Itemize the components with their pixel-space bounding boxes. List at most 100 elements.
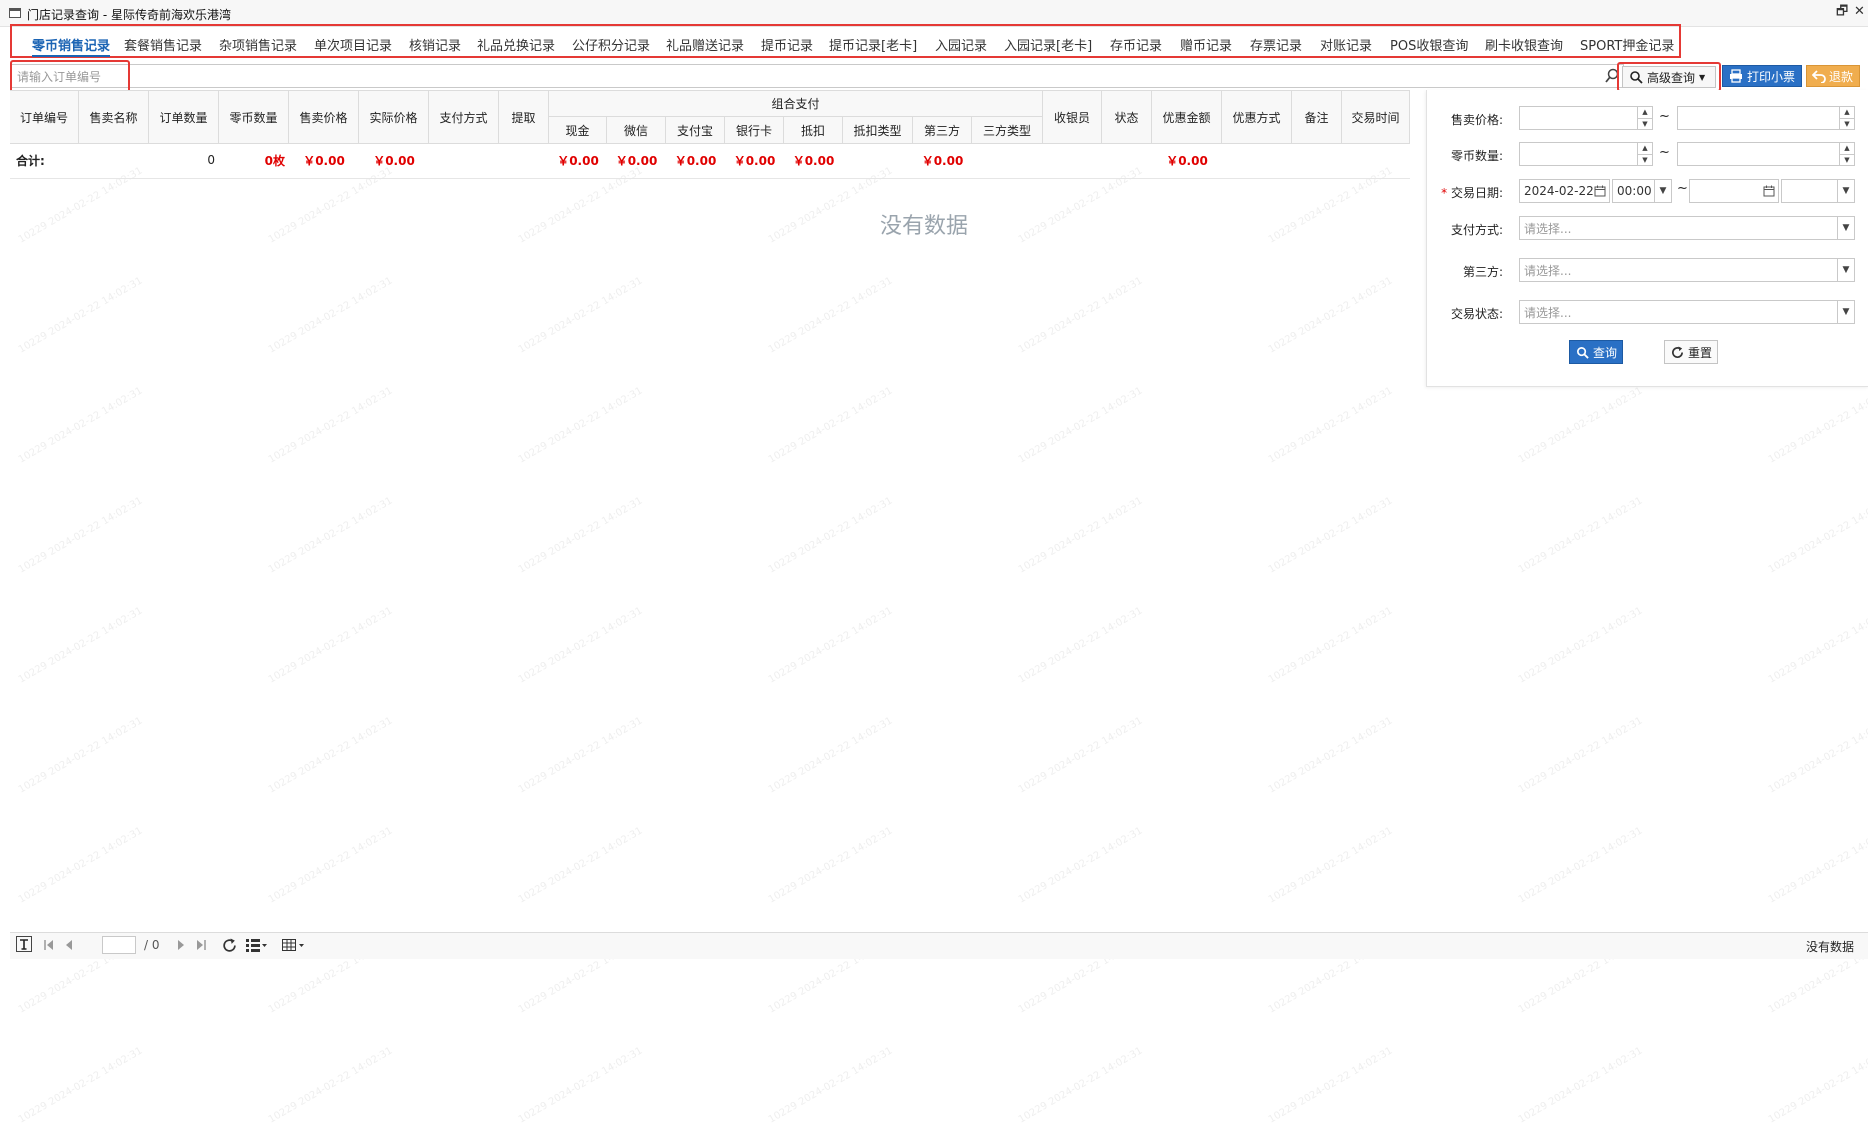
coin-qty-min-spinner[interactable]: ▲ ▼ [1637, 143, 1652, 165]
col-trade-time[interactable]: 交易时间 [1342, 91, 1410, 143]
watermark-text: 10229 2024-02-22 14:02:31 [266, 385, 395, 466]
date-from-value: 2024-02-22 [1524, 184, 1594, 198]
time-to-select[interactable]: ▼ [1781, 179, 1855, 203]
tab-gift-give[interactable]: 礼品赠送记录 [666, 35, 744, 54]
reset-button[interactable]: 重置 [1664, 340, 1718, 364]
query-button[interactable]: 查询 [1569, 340, 1623, 364]
col-sale-price[interactable]: 售卖价格 [289, 91, 359, 143]
page-number-input[interactable] [102, 936, 136, 954]
col-third-party[interactable]: 第三方 [913, 117, 972, 143]
tab-card-query[interactable]: 刷卡收银查询 [1485, 35, 1563, 54]
tab-gift-exchange[interactable]: 礼品兑换记录 [477, 35, 555, 54]
column-grid-icon[interactable] [282, 938, 306, 955]
watermark-text: 10229 2024-02-22 14:02:31 [516, 385, 645, 466]
caret-down-icon: ▼ [1699, 72, 1706, 82]
tab-reconciliation[interactable]: 对账记录 [1320, 35, 1372, 54]
next-page-icon[interactable] [174, 938, 188, 955]
status-select[interactable]: 请选择... ▼ [1519, 300, 1855, 324]
price-range-separator: ~ [1659, 109, 1670, 124]
col-order-qty[interactable]: 订单数量 [149, 91, 219, 143]
tab-pos-query[interactable]: POS收银查询 [1390, 35, 1468, 54]
col-pay-method[interactable]: 支付方式 [429, 91, 499, 143]
chevron-down-icon[interactable]: ▼ [1837, 259, 1854, 281]
chevron-down-icon[interactable]: ▼ [1837, 217, 1854, 239]
tab-single-item[interactable]: 单次项目记录 [314, 35, 392, 54]
tab-coin-deposit[interactable]: 存币记录 [1110, 35, 1162, 54]
tab-verification[interactable]: 核销记录 [409, 35, 461, 54]
advanced-query-button[interactable]: 高级查询 ▼ [1622, 66, 1716, 88]
date-range-separator: ~ [1677, 181, 1688, 196]
window-icon [9, 8, 21, 18]
tab-package-sales[interactable]: 套餐销售记录 [124, 35, 202, 54]
chevron-down-icon[interactable]: ▼ [1654, 180, 1671, 202]
date-to-input[interactable] [1689, 179, 1779, 203]
watermark-text: 10229 2024-02-22 14:02:31 [766, 385, 895, 466]
summary-label: 合计: [16, 153, 45, 168]
list-view-icon[interactable] [246, 938, 268, 955]
tab-coin-withdraw[interactable]: 提币记录 [761, 35, 813, 54]
watermark-text: 10229 2024-02-22 14:02:31 [516, 715, 645, 796]
order-search-input[interactable] [15, 67, 1599, 87]
text-format-icon[interactable] [16, 936, 32, 955]
price-min-spinner[interactable]: ▲ ▼ [1637, 107, 1652, 129]
tab-ticket-deposit[interactable]: 存票记录 [1250, 35, 1302, 54]
refund-button[interactable]: 退款 [1806, 65, 1860, 87]
col-discount-method[interactable]: 优惠方式 [1222, 91, 1292, 143]
first-page-icon[interactable] [42, 938, 56, 955]
tab-doll-points[interactable]: 公仔积分记录 [572, 35, 650, 54]
date-from-input[interactable]: 2024-02-22 [1519, 179, 1610, 203]
pay-method-select[interactable]: 请选择... ▼ [1519, 216, 1855, 240]
pay-method-label: 支付方式: [1450, 223, 1503, 237]
col-coin-qty[interactable]: 零币数量 [219, 91, 289, 143]
col-deduct[interactable]: 抵扣 [784, 117, 843, 143]
watermark-text: 10229 2024-02-22 14:02:31 [766, 275, 895, 356]
col-third-party-type[interactable]: 三方类型 [972, 117, 1043, 143]
third-party-placeholder: 请选择... [1524, 263, 1572, 278]
watermark-text: 10229 2024-02-22 14:02:31 [16, 495, 145, 576]
tab-misc-sales[interactable]: 杂项销售记录 [219, 35, 297, 54]
refresh-icon[interactable] [222, 938, 237, 956]
col-deduct-type[interactable]: 抵扣类型 [843, 117, 913, 143]
print-receipt-button[interactable]: 打印小票 [1722, 65, 1802, 87]
col-alipay[interactable]: 支付宝 [666, 117, 725, 143]
calendar-icon[interactable] [1591, 180, 1609, 202]
watermark-text: 10229 2024-02-22 14:02:31 [516, 275, 645, 356]
chevron-down-icon[interactable]: ▼ [1837, 301, 1854, 323]
restore-icon[interactable]: 🗗 [1836, 5, 1848, 19]
close-icon[interactable]: ✕ [1854, 5, 1865, 19]
third-party-select[interactable]: 请选择... ▼ [1519, 258, 1855, 282]
col-order-no[interactable]: 订单编号 [10, 91, 79, 143]
last-page-icon[interactable] [194, 938, 208, 955]
price-min-input[interactable]: ▲ ▼ [1519, 106, 1653, 130]
col-remark[interactable]: 备注 [1292, 91, 1342, 143]
magnifier-icon [1630, 71, 1643, 84]
price-max-spinner[interactable]: ▲ ▼ [1839, 107, 1854, 129]
col-extract[interactable]: 提取 [499, 91, 549, 143]
calendar-icon[interactable] [1760, 180, 1778, 202]
time-from-select[interactable]: 00:00 ▼ [1612, 179, 1672, 203]
coin-qty-max-input[interactable]: ▲ ▼ [1677, 142, 1855, 166]
col-sale-name[interactable]: 售卖名称 [79, 91, 149, 143]
third-party-label: 第三方: [1462, 265, 1503, 279]
watermark-text: 10229 2024-02-22 14:02:31 [1266, 495, 1395, 576]
col-wechat[interactable]: 微信 [607, 117, 666, 143]
col-status[interactable]: 状态 [1102, 91, 1152, 143]
coin-qty-min-input[interactable]: ▲ ▼ [1519, 142, 1653, 166]
col-actual-price[interactable]: 实际价格 [359, 91, 429, 143]
watermark-text: 10229 2024-02-22 14:02:31 [1266, 385, 1395, 466]
col-cashier[interactable]: 收银员 [1043, 91, 1102, 143]
prev-page-icon[interactable] [62, 938, 76, 955]
col-discount-amount[interactable]: 优惠金额 [1152, 91, 1222, 143]
tab-coin-gift[interactable]: 赠币记录 [1180, 35, 1232, 54]
col-cash[interactable]: 现金 [549, 117, 607, 143]
chevron-down-icon[interactable]: ▼ [1837, 180, 1854, 202]
col-bank-card[interactable]: 银行卡 [725, 117, 784, 143]
tab-coin-sales[interactable]: 零币销售记录 [32, 35, 111, 57]
price-max-input[interactable]: ▲ ▼ [1677, 106, 1855, 130]
tab-entry[interactable]: 入园记录 [935, 35, 987, 54]
tab-coin-withdraw-old[interactable]: 提币记录[老卡] [829, 35, 917, 54]
tab-entry-old[interactable]: 入园记录[老卡] [1004, 35, 1092, 54]
tab-sport-deposit[interactable]: SPORT押金记录 [1580, 35, 1674, 54]
coin-qty-max-spinner[interactable]: ▲ ▼ [1839, 143, 1854, 165]
watermark-text: 10229 2024-02-22 14:02:31 [266, 605, 395, 686]
